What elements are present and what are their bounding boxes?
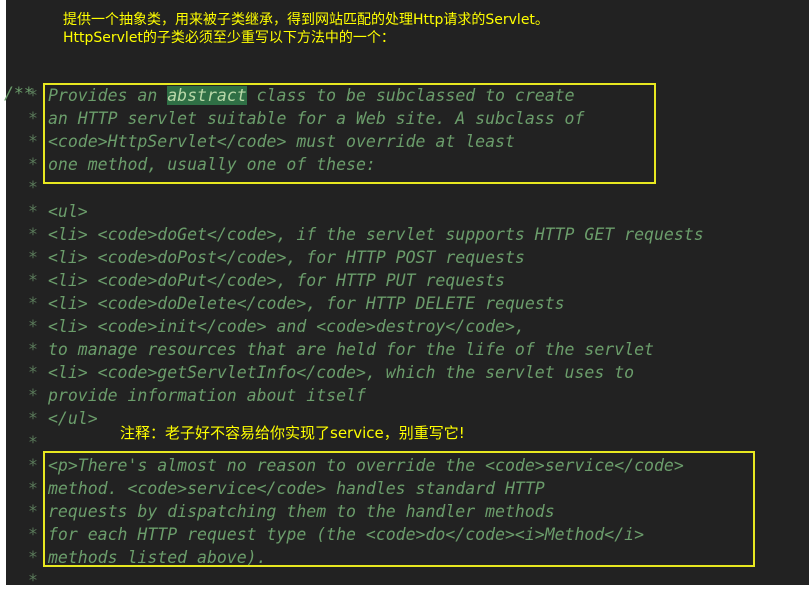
comment-star: *	[28, 317, 38, 336]
screenshot-canvas: 提供一个抽象类，用来被子类继承，得到网站匹配的处理Http请求的Servlet。…	[0, 0, 811, 603]
code-line-text: provide information about itself	[48, 386, 366, 406]
comment-star: *	[28, 270, 38, 290]
comment-star: *	[28, 386, 38, 406]
comment-star: *	[28, 109, 38, 129]
comment-star: *	[28, 178, 38, 198]
service-annotation: 注释：老子好不容易给你实现了service，别重写它!	[120, 424, 465, 442]
comment-open-line: /**	[4, 59, 66, 103]
comment-star: *	[28, 524, 38, 544]
comment-star: *	[28, 478, 38, 498]
comment-star: *	[28, 571, 38, 591]
comment-star: *	[28, 201, 38, 221]
code-line-text: to manage resources that are held for th…	[48, 340, 654, 360]
code-editor: 提供一个抽象类，用来被子类继承，得到网站匹配的处理Http请求的Servlet。…	[4, 0, 809, 590]
code-line-text: <li> <code>getServletInfo</code>, which …	[48, 363, 635, 383]
comment-star: *	[28, 548, 38, 567]
comment-star: *	[28, 409, 38, 429]
comment-star: *	[28, 247, 38, 267]
code-line-text: <li> <code>init</code> and <code>destroy…	[48, 317, 525, 336]
code-line-text: <li> <code>doDelete</code>, for HTTP DEL…	[48, 293, 565, 313]
comment-star: *	[28, 155, 38, 175]
code-line-text: <li> <code>doGet</code>, if the servlet …	[48, 224, 704, 244]
comment-star: *	[28, 432, 38, 452]
code-line-text: <ul>	[48, 201, 88, 221]
chinese-annotation-line-1: 提供一个抽象类，用来被子类继承，得到网站匹配的处理Http请求的Servlet。	[63, 12, 549, 28]
chinese-annotation-line-2: HttpServlet的子类必须至少重写以下方法中的一个：	[63, 30, 395, 46]
comment-star: *	[28, 455, 38, 475]
comment-star: *	[28, 501, 38, 521]
comment-star: *	[28, 224, 38, 244]
comment-star: *	[28, 293, 38, 313]
code-line-text: <li> <code>doPost</code>, for HTTP POST …	[48, 247, 525, 267]
code-line-text: <li> <code>doPut</code>, for HTTP PUT re…	[48, 270, 505, 290]
comment-star: *	[28, 132, 38, 152]
comment-star: *	[28, 340, 38, 360]
comment-star: *	[28, 363, 38, 383]
highlight-box-service	[43, 451, 755, 567]
code-line-text: </ul>	[48, 409, 98, 429]
highlight-box-intro	[43, 83, 656, 184]
comment-star: *	[28, 86, 38, 105]
